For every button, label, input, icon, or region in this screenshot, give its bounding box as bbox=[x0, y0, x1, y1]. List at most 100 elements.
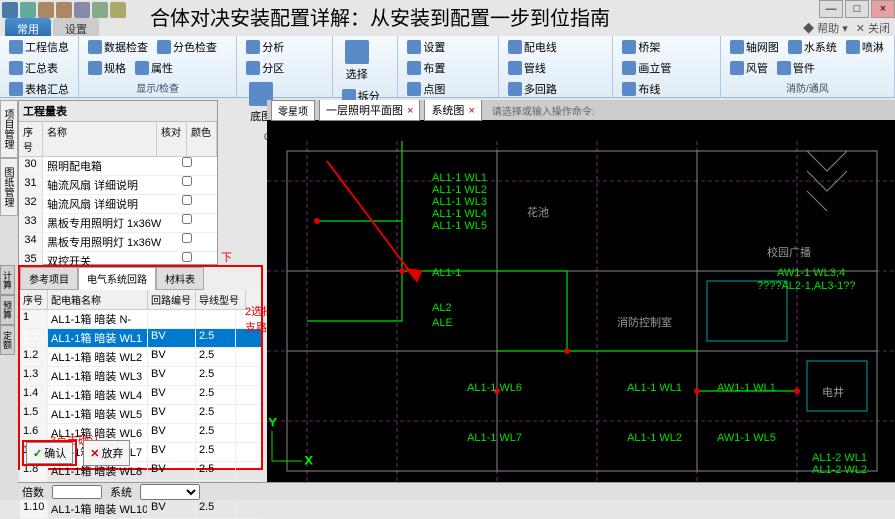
cad-tab-misc[interactable]: 零星项 bbox=[271, 100, 315, 121]
cad-prompt: 请选择或输入操作命令: bbox=[486, 101, 601, 120]
btn-duct[interactable]: 风管 bbox=[727, 59, 771, 77]
btn-power-line[interactable]: 配电线 bbox=[505, 38, 560, 56]
x-icon: ✕ bbox=[90, 447, 99, 460]
btn-summary[interactable]: 汇总表 bbox=[6, 59, 72, 77]
tab-electrical[interactable]: 电气系统回路 bbox=[78, 267, 156, 290]
btn-sprinkler[interactable]: 喷淋 bbox=[843, 38, 887, 56]
tab-material[interactable]: 材料表 bbox=[156, 267, 204, 290]
svg-text:Y: Y bbox=[269, 417, 277, 429]
system-select[interactable] bbox=[140, 484, 200, 500]
btn-bridge[interactable]: 桥架 bbox=[619, 38, 663, 56]
left-tab-drawing[interactable]: 图纸管理 bbox=[0, 158, 18, 216]
col-box: 配电箱名称 bbox=[48, 290, 148, 309]
close-button[interactable]: × bbox=[871, 0, 895, 18]
qat-save-icon[interactable] bbox=[20, 2, 36, 18]
col-color: 颜色 bbox=[187, 122, 217, 156]
btn-wiring[interactable]: 布线 bbox=[619, 80, 663, 98]
qat-redo-icon[interactable] bbox=[56, 2, 72, 18]
svg-text:校园广播: 校园广播 bbox=[767, 245, 811, 259]
circuit-row[interactable]: 1.10AL1-1箱 暗装 WL10BV2.5 bbox=[20, 500, 261, 519]
svg-text:AL1-1 WL4: AL1-1 WL4 bbox=[432, 208, 487, 220]
attr-icon bbox=[135, 61, 149, 75]
btn-pipe[interactable]: 管线 bbox=[505, 59, 549, 77]
row-checkbox[interactable] bbox=[182, 195, 192, 205]
circuit-row[interactable]: 1AL1-1箱 暗装 N- bbox=[20, 310, 261, 329]
sprinkler-icon bbox=[846, 40, 860, 54]
btn-axis[interactable]: 轴网图 bbox=[727, 38, 782, 56]
btn-table-summary[interactable]: 表格汇总 bbox=[6, 80, 72, 98]
tree-row[interactable]: 34黑板专用照明灯 1x36W bbox=[19, 233, 217, 252]
qat-icon[interactable] bbox=[74, 2, 90, 18]
btn-attr[interactable]: 属性 bbox=[132, 59, 176, 77]
close-tab-icon[interactable]: × bbox=[407, 105, 413, 117]
btn-project-info[interactable]: 工程信息 bbox=[6, 38, 72, 56]
btn-device-set[interactable]: 设置 bbox=[404, 38, 448, 56]
circuit-row[interactable]: 1.5AL1-1箱 暗装 WL5BV2.5 bbox=[20, 405, 261, 424]
cad-tab-system[interactable]: 系统图× bbox=[424, 100, 481, 121]
btn-analyze[interactable]: 分析 bbox=[243, 38, 287, 56]
strip-quota[interactable]: 定额 bbox=[0, 325, 15, 355]
svg-text:AL1-1 WL6: AL1-1 WL6 bbox=[467, 382, 522, 394]
btn-fitting[interactable]: 管件 bbox=[774, 59, 818, 77]
circuit-row[interactable]: 1.4AL1-1箱 暗装 WL4BV2.5 bbox=[20, 386, 261, 405]
qat-icon[interactable] bbox=[92, 2, 108, 18]
maximize-button[interactable]: □ bbox=[845, 0, 869, 18]
row-checkbox[interactable] bbox=[182, 233, 192, 243]
circuit-row[interactable]: 1.3AL1-1箱 暗装 WL3BV2.5 bbox=[20, 367, 261, 386]
row-checkbox[interactable] bbox=[182, 157, 192, 167]
tree-row[interactable]: 33黑板专用照明灯 1x36W bbox=[19, 214, 217, 233]
svg-text:AL1-1 WL3: AL1-1 WL3 bbox=[432, 196, 487, 208]
help-link[interactable]: ◆ 帮助 ▾ bbox=[803, 20, 848, 36]
btn-color-check[interactable]: 分色检查 bbox=[154, 38, 220, 56]
close-tab-icon[interactable]: × bbox=[468, 105, 474, 117]
minimize-button[interactable]: — bbox=[819, 0, 843, 18]
row-checkbox[interactable] bbox=[182, 252, 192, 262]
btn-water[interactable]: 水系统 bbox=[785, 38, 840, 56]
svg-text:AW1-1 WL3,4: AW1-1 WL3,4 bbox=[777, 267, 845, 279]
bridge-icon bbox=[622, 40, 636, 54]
svg-text:AL1-1 WL5: AL1-1 WL5 bbox=[432, 220, 487, 232]
tree-row[interactable]: 30照明配电箱 bbox=[19, 157, 217, 176]
tree-row[interactable]: 32轴流风扇 详细说明 bbox=[19, 195, 217, 214]
close-link[interactable]: ✕ 关闭 bbox=[856, 20, 890, 36]
check-icon bbox=[88, 40, 102, 54]
analyze-icon bbox=[246, 40, 260, 54]
qat-icon[interactable] bbox=[110, 2, 126, 18]
qat-undo-icon[interactable] bbox=[38, 2, 54, 18]
circuit-row[interactable]: 1.2AL1-1箱 暗装 WL2BV2.5 bbox=[20, 348, 261, 367]
table-icon bbox=[9, 61, 23, 75]
cad-tab-lighting[interactable]: 一层照明平面图× bbox=[319, 100, 420, 121]
strip-calc[interactable]: 计算 bbox=[0, 265, 15, 295]
tab-reference[interactable]: 参考项目 bbox=[20, 267, 78, 290]
magnification-label: 倍数 bbox=[22, 484, 44, 500]
magnification-input[interactable] bbox=[52, 485, 102, 499]
svg-text:AL1-1 WL2: AL1-1 WL2 bbox=[432, 184, 487, 196]
circuit-row[interactable]: 1.1AL1-1箱 暗装 WL1BV2.5 bbox=[20, 329, 261, 348]
cad-canvas[interactable]: Y X AL1-1 WL1 AL1-1 WL2 AL1-1 WL3 AL1-1 … bbox=[267, 120, 895, 482]
btn-multi-circuit[interactable]: 多回路 bbox=[505, 80, 560, 98]
btn-select[interactable]: 选择 bbox=[339, 38, 375, 84]
btn-layout[interactable]: 布置 bbox=[404, 59, 448, 77]
project-panel: 工程量表 序号 名称 核对 颜色 30照明配电箱31轴流风扇 详细说明32轴流风… bbox=[18, 100, 218, 265]
cad-tabs: 零星项 一层照明平面图× 系统图× 请选择或输入操作命令: bbox=[267, 100, 895, 120]
app-icon[interactable] bbox=[2, 2, 18, 18]
group-label: 消防/通风 bbox=[727, 80, 888, 95]
row-checkbox[interactable] bbox=[182, 176, 192, 186]
discard-button[interactable]: ✕放弃 bbox=[83, 440, 130, 466]
tree-row[interactable]: 31轴流风扇 详细说明 bbox=[19, 176, 217, 195]
circuit-panel: 参考项目 电气系统回路 材料表 序号 配电箱名称 回路编号 导线型号 1AL1-… bbox=[18, 265, 263, 470]
strip-budget[interactable]: 预算 bbox=[0, 295, 15, 325]
btn-riser[interactable]: 画立管 bbox=[619, 59, 674, 77]
btn-partition[interactable]: 分区 bbox=[243, 59, 287, 77]
btn-spec[interactable]: 规格 bbox=[85, 59, 129, 77]
col-seq: 序号 bbox=[20, 290, 48, 309]
confirm-button[interactable]: ✓确认 bbox=[26, 442, 73, 464]
tree-headers: 序号 名称 核对 颜色 bbox=[19, 122, 217, 157]
row-checkbox[interactable] bbox=[182, 214, 192, 224]
btn-point[interactable]: 点图 bbox=[404, 80, 448, 98]
layout-icon bbox=[407, 61, 421, 75]
left-tab-project[interactable]: 项目管理 bbox=[0, 100, 18, 158]
svg-text:电井: 电井 bbox=[822, 385, 844, 399]
btn-data-check[interactable]: 数据检查 bbox=[85, 38, 151, 56]
pipe-icon bbox=[508, 61, 522, 75]
